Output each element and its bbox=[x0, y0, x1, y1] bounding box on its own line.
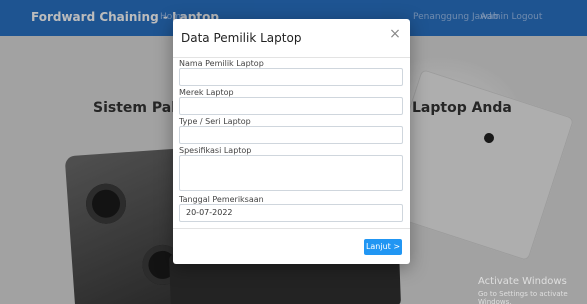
merek-laptop-input[interactable] bbox=[179, 97, 403, 115]
field-label-type: Type / Seri Laptop bbox=[179, 117, 251, 126]
modal-footer-divider bbox=[173, 228, 410, 229]
spesifikasi-textarea[interactable] bbox=[179, 155, 403, 191]
close-icon[interactable]: × bbox=[388, 27, 402, 41]
page: Fordward Chaining - Laptop Home Penanggu… bbox=[0, 0, 587, 304]
field-label-spesifikasi: Spesifikasi Laptop bbox=[179, 146, 252, 155]
tanggal-pemeriksaan-input[interactable]: 20-07-2022 bbox=[179, 204, 403, 222]
activate-windows-title: Activate Windows bbox=[478, 276, 567, 287]
type-seri-input[interactable] bbox=[179, 126, 403, 144]
modal-header: Data Pemilik Laptop × bbox=[173, 19, 410, 58]
activate-windows-subtitle: Go to Settings to activate Windows. bbox=[478, 290, 568, 304]
field-label-nama: Nama Pemilik Laptop bbox=[179, 59, 264, 68]
nama-pemilik-input[interactable] bbox=[179, 68, 403, 86]
lanjut-button[interactable]: Lanjut > bbox=[364, 239, 402, 255]
field-label-tanggal: Tanggal Pemeriksaan bbox=[179, 195, 264, 204]
modal-title: Data Pemilik Laptop bbox=[181, 31, 302, 45]
data-pemilik-modal: Data Pemilik Laptop × Nama Pemilik Lapto… bbox=[173, 19, 410, 264]
tanggal-pemeriksaan-value: 20-07-2022 bbox=[186, 208, 233, 217]
field-label-merek: Merek Laptop bbox=[179, 88, 234, 97]
